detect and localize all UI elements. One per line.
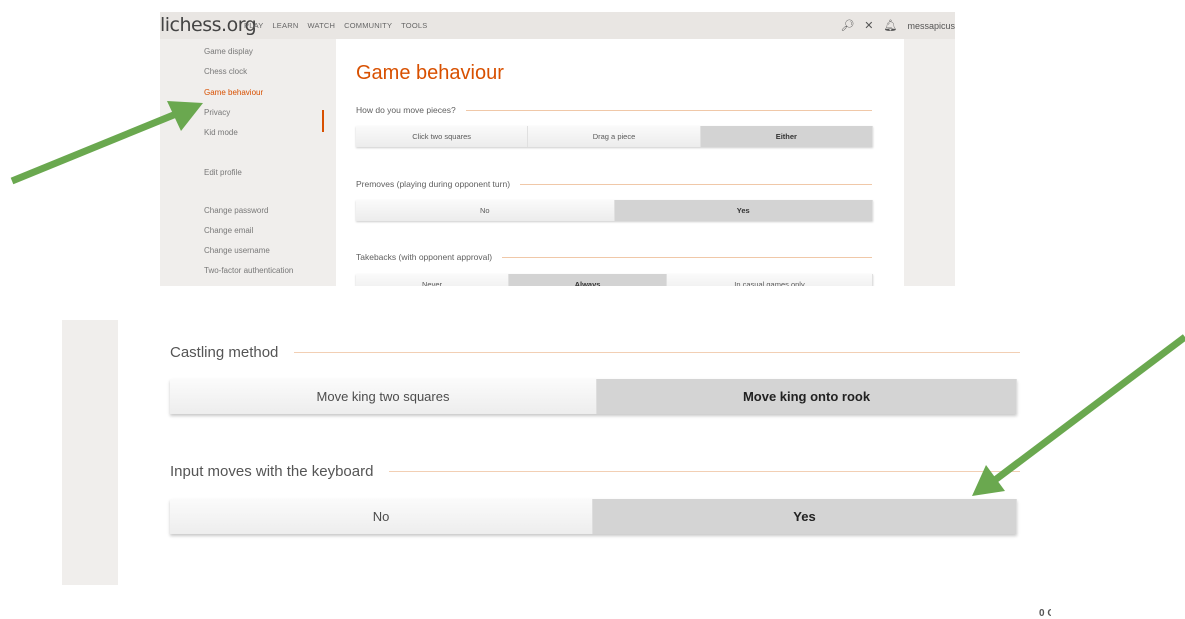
move-pieces-selector: Click two squares Drag a piece Either [356, 126, 873, 147]
sidebar-item-privacy[interactable]: Privacy [204, 108, 230, 117]
option-takebacks-always[interactable]: Always [509, 274, 667, 286]
sidebar-item-change-username[interactable]: Change username [204, 246, 270, 255]
sidebar-item-chess-clock[interactable]: Chess clock [204, 67, 247, 76]
nav-community[interactable]: COMMUNITY [344, 21, 392, 30]
keyboard-input-selector: No Yes [170, 499, 1017, 534]
option-drag-a-piece[interactable]: Drag a piece [528, 126, 701, 147]
nav-watch[interactable]: WATCH [307, 21, 335, 30]
sidebar-item-two-factor[interactable]: Two-factor authentication [204, 266, 293, 275]
option-keyboard-yes[interactable]: Yes [593, 499, 1017, 534]
section-label: Input moves with the keyboard [170, 463, 374, 480]
sidebar-item-kid-mode[interactable]: Kid mode [204, 128, 238, 137]
top-screenshot: lichess.org PLAY LEARN WATCH COMMUNITY T… [160, 12, 955, 286]
section-takebacks: Takebacks (with opponent approval) [356, 252, 872, 262]
online-counter: 0 Online [1039, 608, 1051, 619]
bottom-screenshot: Castling method Move king two squares Mo… [62, 320, 1051, 619]
nav-play[interactable]: PLAY [244, 21, 263, 30]
section-divider [389, 471, 1020, 472]
section-divider [502, 256, 872, 258]
sidebar-item-change-email[interactable]: Change email [204, 226, 253, 235]
sidebar-item-change-password[interactable]: Change password [204, 206, 268, 215]
section-label: How do you move pieces? [356, 105, 456, 115]
settings-sidebar: Game display Chess clock Game behaviour … [160, 39, 325, 286]
left-sidebar-strip [62, 320, 118, 585]
active-item-marker [322, 110, 324, 132]
sidebar-item-game-display[interactable]: Game display [204, 47, 253, 56]
close-icon[interactable]: ✕ [864, 19, 873, 32]
top-navigation-bar: lichess.org PLAY LEARN WATCH COMMUNITY T… [160, 12, 955, 39]
option-keyboard-no[interactable]: No [170, 499, 593, 534]
site-logo[interactable]: lichess.org [160, 14, 257, 36]
nav-tools[interactable]: TOOLS [401, 21, 427, 30]
option-takebacks-never[interactable]: Never [356, 274, 509, 286]
section-divider [465, 109, 872, 111]
page-title: Game behaviour [356, 62, 504, 84]
bell-icon[interactable]: 🔔︎ [884, 19, 898, 32]
settings-panel: Game behaviour How do you move pieces? C… [336, 39, 904, 286]
sidebar-item-edit-profile[interactable]: Edit profile [204, 168, 242, 177]
section-label: Takebacks (with opponent approval) [356, 252, 493, 262]
search-icon[interactable]: 🔎︎ [840, 19, 854, 32]
option-move-king-two-squares[interactable]: Move king two squares [170, 379, 597, 414]
section-move-pieces: How do you move pieces? [356, 105, 872, 115]
takebacks-selector: Never Always In casual games only [356, 274, 873, 286]
option-takebacks-casual[interactable]: In casual games only [667, 274, 873, 286]
option-either[interactable]: Either [700, 126, 873, 147]
section-label: Castling method [170, 344, 279, 361]
nav-learn[interactable]: LEARN [272, 21, 298, 30]
castling-selector: Move king two squares Move king onto roo… [170, 379, 1017, 414]
section-label: Premoves (playing during opponent turn) [356, 179, 511, 189]
option-premoves-yes[interactable]: Yes [614, 200, 873, 221]
main-nav: PLAY LEARN WATCH COMMUNITY TOOLS [244, 21, 427, 30]
section-castling: Castling method [170, 344, 1020, 361]
premoves-selector: No Yes [356, 200, 873, 221]
section-keyboard-input: Input moves with the keyboard [170, 463, 1020, 480]
option-click-two-squares[interactable]: Click two squares [356, 126, 529, 147]
option-premoves-no[interactable]: No [356, 200, 615, 221]
option-move-king-onto-rook[interactable]: Move king onto rook [597, 379, 1017, 414]
section-divider [294, 352, 1020, 353]
section-premoves: Premoves (playing during opponent turn) [356, 179, 872, 189]
section-divider [520, 183, 872, 185]
username-link[interactable]: messapicus [907, 21, 955, 31]
nav-right: 🔎︎ ✕ 🔔︎ messapicus [840, 19, 955, 32]
sidebar-item-game-behaviour[interactable]: Game behaviour [204, 88, 263, 97]
